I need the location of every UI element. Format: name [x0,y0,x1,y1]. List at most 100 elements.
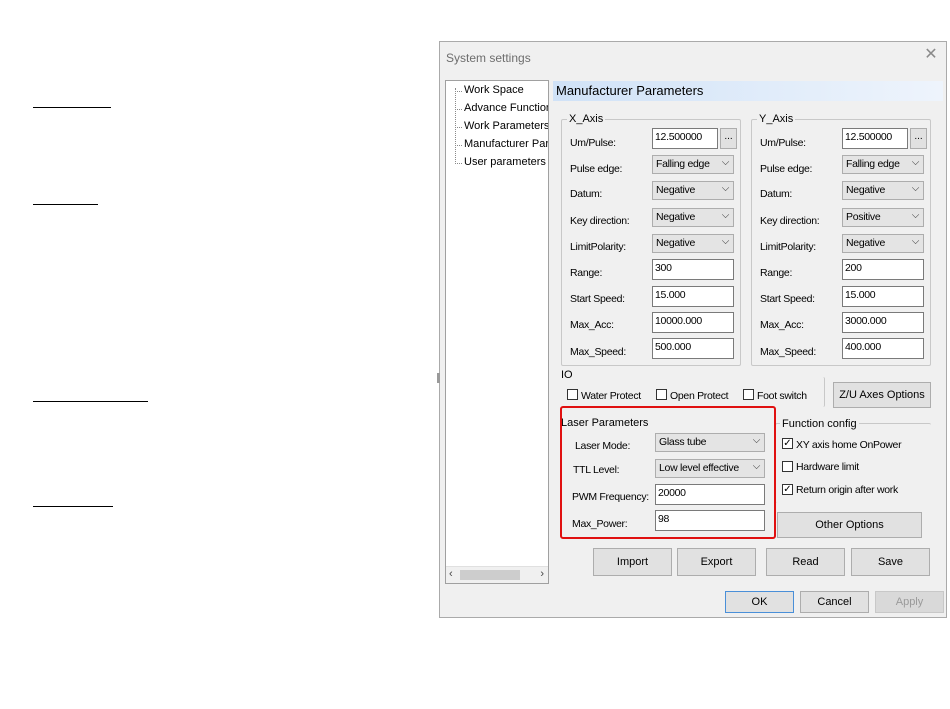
x-axis-group: X_Axis Um/Pulse: 12.500000 ... Pulse edg… [561,113,741,366]
checkmark-icon: ✓ [783,438,792,449]
function-config-group: Function config ✓ XY axis home OnPower H… [775,418,931,503]
zu-axes-options-button[interactable]: Z/U Axes Options [833,382,931,408]
y-pulse-edge-label: Pulse edge: [760,163,813,175]
tree-branch [455,145,462,147]
ok-button[interactable]: OK [725,591,794,613]
tree-item-user-parameters[interactable]: User parameters [464,156,546,168]
close-icon[interactable]: ✕ [924,47,938,63]
tree-guide-line [455,88,457,164]
hardware-limit-label: Hardware limit [796,461,859,473]
x-key-direction-value: Negative [656,211,696,223]
y-um-pulse-label: Um/Pulse: [760,137,806,149]
x-limit-polarity-select[interactable]: Negative ⌵ [652,234,734,253]
apply-button[interactable]: Apply [875,591,944,613]
panel-header: Manufacturer Parameters [553,81,943,101]
y-pulse-edge-value: Falling edge [846,158,900,170]
y-um-pulse-input[interactable]: 12.500000 [842,128,908,149]
checkmark-icon: ✓ [783,484,792,495]
xy-home-checkbox[interactable]: ✓ [782,438,793,449]
open-protect-checkbox[interactable] [656,389,667,400]
y-key-direction-select[interactable]: Positive ⌵ [842,208,924,227]
chevron-down-icon: ⌵ [911,210,920,221]
x-um-pulse-browse-button[interactable]: ... [720,128,737,149]
tree-item-work-space[interactable]: Work Space [464,84,524,96]
blank-line-4 [33,506,113,507]
other-options-button[interactable]: Other Options [777,512,922,538]
x-um-pulse-input[interactable]: 12.500000 [652,128,718,149]
y-um-pulse-browse-button[interactable]: ... [910,128,927,149]
scrollbar-thumb[interactable] [460,570,520,580]
scroll-left-icon[interactable]: ‹ [449,568,453,580]
y-axis-label: Y_Axis [757,113,796,125]
y-max-acc-label: Max_Acc: [760,319,804,331]
x-range-label: Range: [570,267,603,279]
tree-horizontal-scrollbar[interactable]: ‹ › [446,566,548,583]
tree-branch [455,91,462,93]
x-axis-label: X_Axis [567,113,606,125]
y-max-acc-input[interactable]: 3000.000 [842,312,924,333]
chevron-down-icon: ⌵ [721,183,730,194]
y-max-speed-input[interactable]: 400.000 [842,338,924,359]
x-datum-select[interactable]: Negative ⌵ [652,181,734,200]
x-key-direction-select[interactable]: Negative ⌵ [652,208,734,227]
water-protect-label: Water Protect [581,390,641,402]
tree-branch [455,163,462,165]
y-range-label: Range: [760,267,793,279]
hardware-limit-checkbox[interactable] [782,461,793,472]
x-start-speed-input[interactable]: 15.000 [652,286,734,307]
x-max-speed-input[interactable]: 500.000 [652,338,734,359]
tree-branch [455,109,462,111]
chevron-down-icon: ⌵ [721,210,730,221]
laser-parameters-highlight [560,406,776,539]
tree-item-work-parameters[interactable]: Work Parameters [464,120,548,132]
y-key-direction-value: Positive [846,211,881,223]
tree-branch [455,127,462,129]
x-max-acc-input[interactable]: 10000.000 [652,312,734,333]
x-limit-polarity-label: LimitPolarity: [570,241,626,253]
water-protect-checkbox[interactable] [567,389,578,400]
y-key-direction-label: Key direction: [760,215,820,227]
x-pulse-edge-value: Falling edge [656,158,710,170]
y-limit-polarity-select[interactable]: Negative ⌵ [842,234,924,253]
export-button[interactable]: Export [677,548,756,576]
function-config-label: Function config [780,418,859,430]
x-max-speed-label: Max_Speed: [570,346,626,358]
y-start-speed-input[interactable]: 15.000 [842,286,924,307]
tree-item-manufacturer-parameters[interactable]: Manufacturer Parameters [464,138,548,150]
blank-line-3 [33,401,148,402]
y-range-input[interactable]: 200 [842,259,924,280]
foot-switch-label: Foot switch [757,390,807,402]
y-max-speed-label: Max_Speed: [760,346,816,358]
y-datum-select[interactable]: Negative ⌵ [842,181,924,200]
blank-line-2 [33,204,98,205]
return-origin-label: Return origin after work [796,484,898,496]
y-limit-polarity-label: LimitPolarity: [760,241,816,253]
read-button[interactable]: Read [766,548,845,576]
x-um-pulse-label: Um/Pulse: [570,137,616,149]
y-limit-polarity-value: Negative [846,237,886,249]
save-button[interactable]: Save [851,548,930,576]
chevron-down-icon: ⌵ [911,157,920,168]
x-range-input[interactable]: 300 [652,259,734,280]
return-origin-checkbox[interactable]: ✓ [782,484,793,495]
x-pulse-edge-select[interactable]: Falling edge ⌵ [652,155,734,174]
x-datum-label: Datum: [570,188,603,200]
x-key-direction-label: Key direction: [570,215,630,227]
xy-home-label: XY axis home OnPower [796,439,902,451]
y-axis-group: Y_Axis Um/Pulse: 12.500000 ... Pulse edg… [751,113,931,366]
x-pulse-edge-label: Pulse edge: [570,163,623,175]
edge-mark [437,373,440,383]
y-datum-label: Datum: [760,188,793,200]
y-start-speed-label: Start Speed: [760,293,815,305]
io-label: IO [559,369,575,381]
chevron-down-icon: ⌵ [721,157,730,168]
foot-switch-checkbox[interactable] [743,389,754,400]
x-max-acc-label: Max_Acc: [570,319,614,331]
y-pulse-edge-select[interactable]: Falling edge ⌵ [842,155,924,174]
scroll-right-icon[interactable]: › [540,568,544,580]
chevron-down-icon: ⌵ [911,183,920,194]
tree-item-advance-functions[interactable]: Advance Functions [464,102,548,114]
io-group: IO Water Protect Open Protect Foot switc… [559,369,825,407]
cancel-button[interactable]: Cancel [800,591,869,613]
import-button[interactable]: Import [593,548,672,576]
